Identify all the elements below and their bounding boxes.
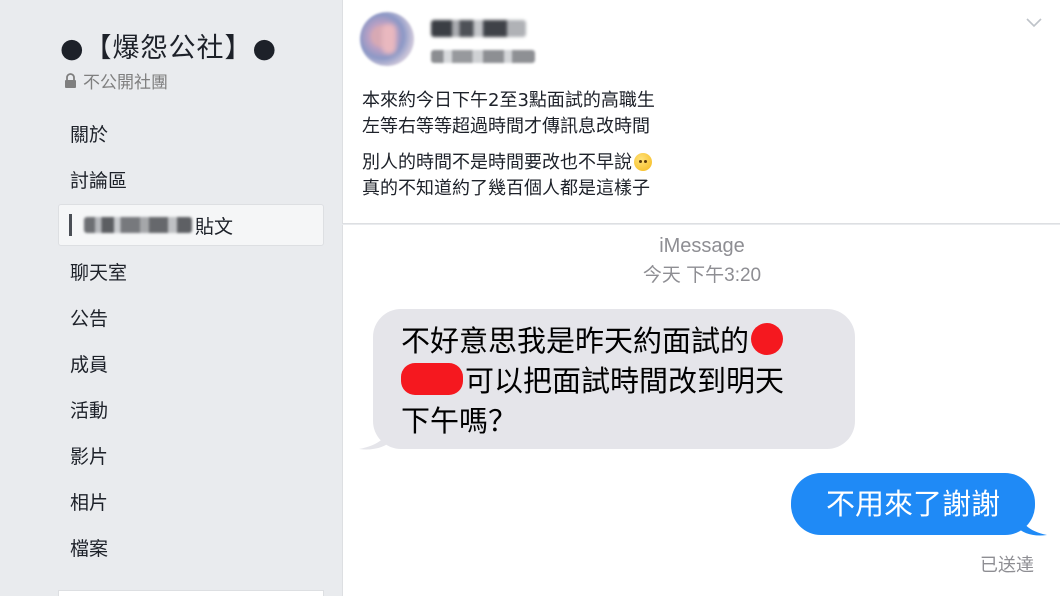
delivery-status: 已送達 — [980, 555, 1034, 576]
message-text: 可以把面試時間改到明天 — [465, 364, 785, 398]
blurred-author-name[interactable] — [431, 20, 526, 37]
nav-item-label: 成員 — [70, 353, 109, 376]
lock-icon — [65, 73, 76, 88]
message-line: 可以把面試時間改到明天 — [401, 361, 835, 401]
nav-item-label: 活動 — [70, 399, 109, 422]
post-line: 本來約今日下午2至3點面試的高職生 — [362, 90, 655, 111]
message-line: 下午嗎？ — [401, 404, 518, 438]
nav-item-label: 檔案 — [70, 537, 109, 560]
nav-item-files[interactable]: 檔案 — [58, 524, 324, 570]
post-body: 本來約今日下午2至3點面試的高職生 左等右等等超過時間才傳訊息改時間 別人的時間… — [362, 88, 655, 202]
nav-item-member-posts[interactable]: 貼文 — [58, 204, 324, 246]
sidebar-card-edge — [58, 590, 324, 596]
nav-item-label: 聊天室 — [70, 261, 128, 284]
post-line: 別人的時間不是時間要改也不早說 — [362, 150, 655, 176]
chevron-down-icon[interactable] — [1026, 18, 1042, 28]
post-line: 真的不知道約了幾百個人都是這樣子 — [362, 178, 650, 199]
redaction-mark — [751, 323, 784, 355]
redaction-mark — [401, 363, 463, 395]
service-label: iMessage — [659, 235, 745, 257]
conversation-header: iMessage 今天 下午3:20 — [343, 235, 1060, 287]
blurred-member-name — [84, 217, 192, 233]
nav-item-label-text: 貼文 — [195, 215, 234, 238]
outgoing-message-bubble[interactable]: 不用來了謝謝 — [791, 473, 1035, 535]
group-nav: 關於 討論區 貼文 聊天室 公告 成員 活動 影片 相片 檔案 — [58, 110, 324, 570]
nav-item-about[interactable]: 關於 — [58, 110, 324, 156]
post-card: 本來約今日下午2至3點面試的高職生 左等右等等超過時間才傳訊息改時間 別人的時間… — [342, 0, 1060, 224]
nav-item-label: 相片 — [70, 491, 109, 514]
active-indicator — [69, 214, 72, 236]
avatar[interactable] — [360, 12, 414, 66]
message-line: 不好意思我是昨天約面試的 — [401, 321, 835, 361]
nav-item-events[interactable]: 活動 — [58, 386, 324, 432]
nav-item-videos[interactable]: 影片 — [58, 432, 324, 478]
privacy-text: 不公開社團 — [83, 73, 168, 93]
group-sidebar: ●【爆怨公社】● 不公開社團 關於 討論區 貼文 聊天室 公告 成員 活動 影片… — [0, 0, 342, 596]
imessage-screenshot: iMessage 今天 下午3:20 不好意思我是昨天約面試的 可以把面試時間改… — [342, 225, 1060, 596]
nav-item-members[interactable]: 成員 — [58, 340, 324, 386]
nav-item-chat[interactable]: 聊天室 — [58, 248, 324, 294]
nav-item-photos[interactable]: 相片 — [58, 478, 324, 524]
blurred-timestamp[interactable] — [431, 50, 535, 63]
message-timestamp: 今天 下午3:20 — [642, 265, 762, 286]
nav-item-announcements[interactable]: 公告 — [58, 294, 324, 340]
nav-item-label: 關於 — [70, 123, 109, 146]
nav-item-label: 討論區 — [70, 169, 128, 192]
privacy-label: 不公開社團 — [64, 68, 168, 93]
rolling-eyes-emoji-icon — [634, 153, 652, 171]
group-title[interactable]: ●【爆怨公社】● — [60, 26, 277, 65]
nav-item-discussion[interactable]: 討論區 — [58, 156, 324, 202]
nav-item-label: 貼文 — [69, 212, 233, 239]
nav-item-label: 影片 — [70, 445, 109, 468]
nav-item-label: 公告 — [70, 307, 109, 330]
message-text: 不好意思我是昨天約面試的 — [401, 324, 750, 358]
incoming-message-bubble[interactable]: 不好意思我是昨天約面試的 可以把面試時間改到明天 下午嗎？ — [373, 309, 855, 449]
post-line-text: 別人的時間不是時間要改也不早說 — [362, 152, 632, 173]
post-line: 左等右等等超過時間才傳訊息改時間 — [362, 116, 650, 137]
